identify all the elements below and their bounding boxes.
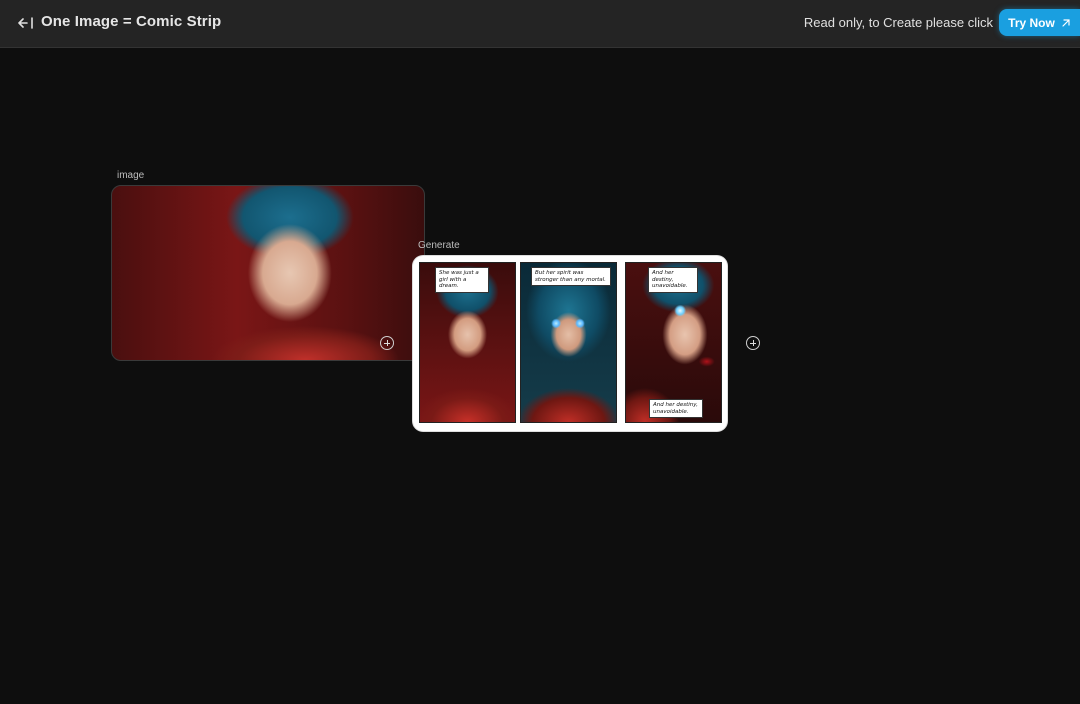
image-node-add-port-plus-icon[interactable]	[380, 336, 394, 350]
read-only-notice: Read only, to Create please click	[803, 15, 993, 30]
try-now-button[interactable]: Try Now	[999, 9, 1080, 36]
try-now-label: Try Now	[1008, 15, 1055, 30]
back-arrow-icon	[18, 17, 33, 29]
image-node[interactable]	[111, 185, 425, 361]
comic-panel-2: But her spirit was stronger than any mor…	[520, 262, 617, 423]
comic-panel-3: And her destiny, unavoidable. And her de…	[625, 262, 722, 423]
panel-3-caption-top: And her destiny, unavoidable.	[648, 267, 698, 293]
panel-3-caption-bottom: And her destiny, unavoidable.	[649, 399, 703, 418]
panel-1-caption: She was just a girl with a dream.	[435, 267, 489, 293]
source-image	[112, 186, 424, 360]
image-node-label: image	[117, 170, 145, 181]
top-bar: One Image = Comic Strip Read only, to Cr…	[0, 0, 1080, 48]
page-title: One Image = Comic Strip	[41, 13, 222, 30]
generate-node-add-port-plus-icon[interactable]	[746, 336, 760, 350]
generate-node[interactable]: She was just a girl with a dream. But he…	[413, 256, 727, 431]
comic-panel-1: She was just a girl with a dream.	[419, 262, 516, 423]
generate-node-label: Generate	[418, 240, 460, 251]
panel-2-caption: But her spirit was stronger than any mor…	[531, 267, 611, 286]
arrow-up-right-icon	[1062, 18, 1070, 27]
back-button[interactable]	[16, 12, 36, 34]
